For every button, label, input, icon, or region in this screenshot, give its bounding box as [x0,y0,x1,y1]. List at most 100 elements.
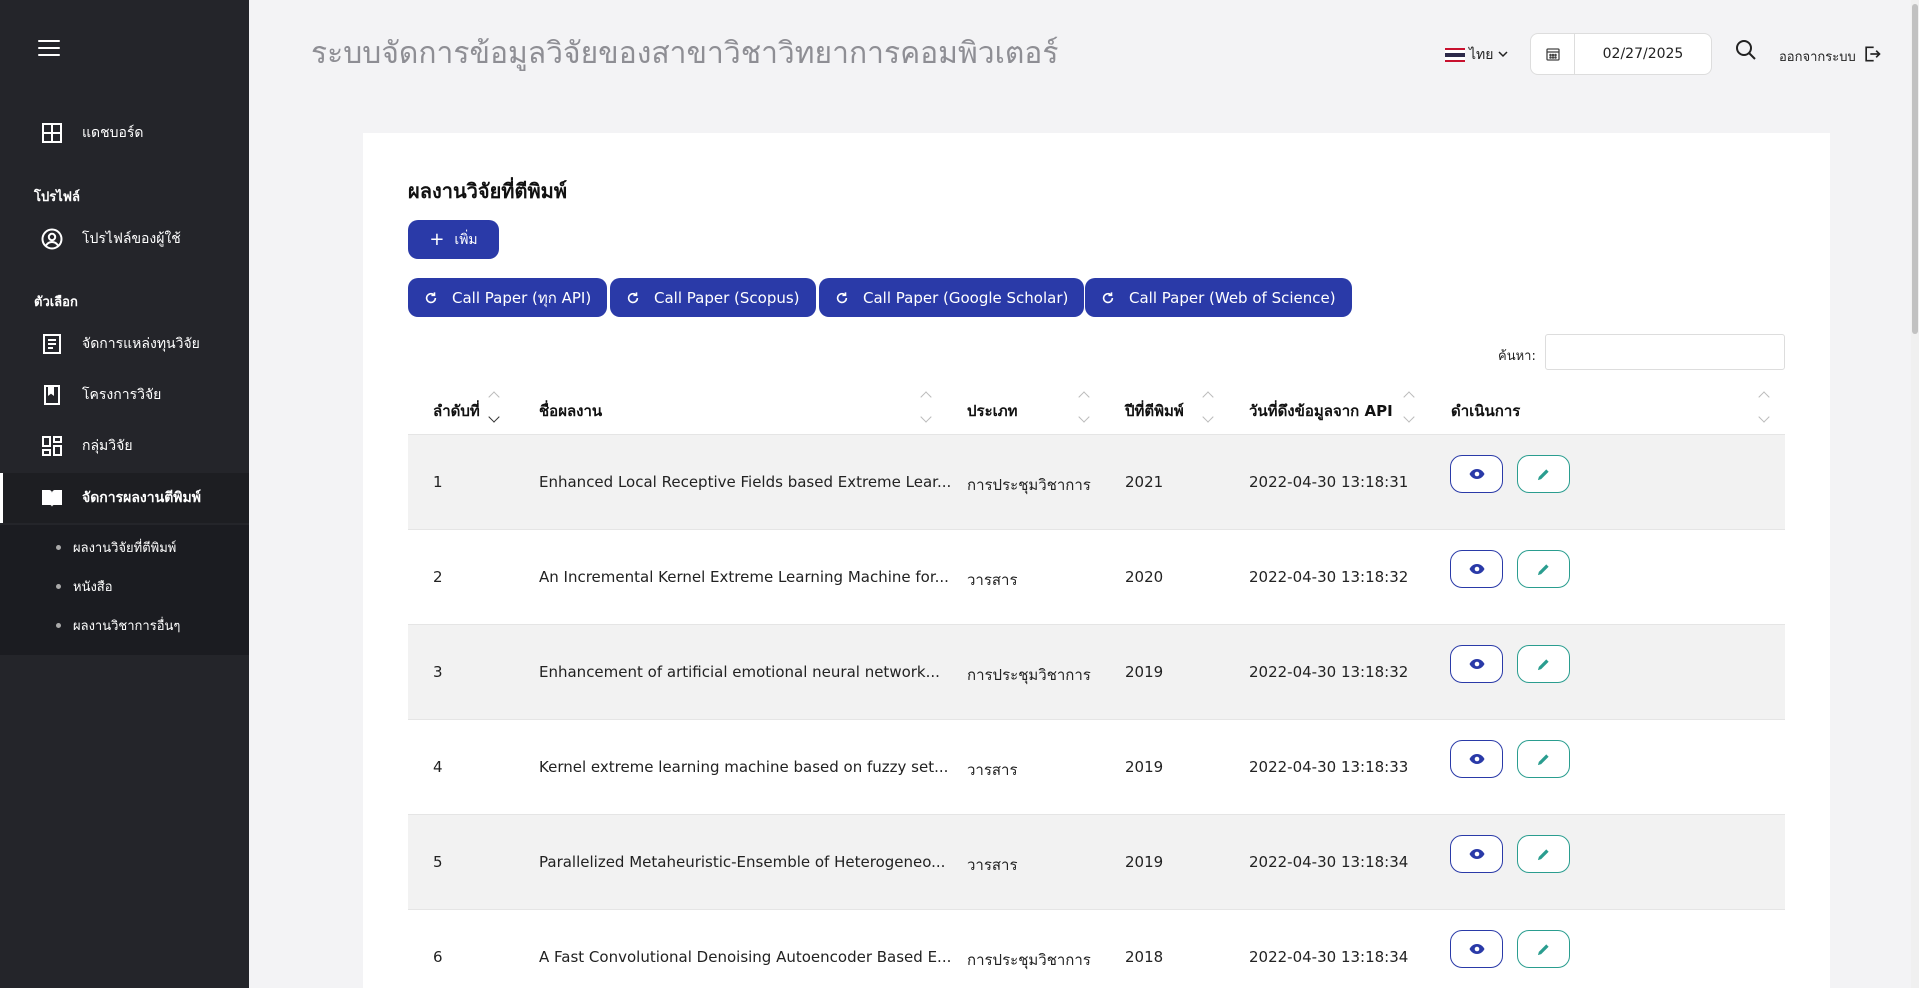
eye-icon [1469,944,1484,954]
sidebar: แดชบอร์ด โปรไฟล์ โปรไฟล์ของผู้ใช้ ตัวเลื… [0,0,249,988]
column-header-number[interactable]: ลำดับที่ [433,399,480,423]
date-picker[interactable]: 02/27/2025 [1530,33,1712,75]
edit-button[interactable] [1517,645,1570,683]
sort-icon[interactable] [1202,389,1214,425]
call-paper-scopus-button[interactable]: Call Paper (Scopus) [610,278,816,317]
sort-icon[interactable] [1403,389,1415,425]
sidebar-item-user-profile[interactable]: โปรไฟล์ของผู้ใช้ [0,214,249,264]
plus-icon: + [429,229,445,250]
refresh-icon [836,291,848,303]
view-button[interactable] [1450,550,1503,588]
bullet-icon [56,545,61,550]
cell-number: 2 [433,568,443,586]
sidebar-item-publications[interactable]: จัดการผลงานตีพิมพ์ [0,473,249,523]
column-header-title[interactable]: ชื่อผลงาน [539,399,602,423]
language-selector[interactable]: ไทย [1445,44,1509,66]
cell-fetched-date: 2022-04-30 13:18:32 [1249,663,1409,681]
submenu-item-research-papers[interactable]: ผลงานวิจัยที่ตีพิมพ์ [56,537,176,558]
sidebar-item-groups[interactable]: กลุ่มวิจัย [0,421,249,471]
table-search-input[interactable] [1545,334,1785,370]
sort-icon[interactable] [920,389,932,425]
sort-icon[interactable] [1078,389,1090,425]
view-button[interactable] [1450,645,1503,683]
pencil-icon [1537,943,1549,955]
edit-button[interactable] [1517,550,1570,588]
sidebar-item-label: แดชบอร์ด [82,125,144,141]
pencil-icon [1537,468,1549,480]
date-value[interactable]: 02/27/2025 [1575,46,1711,62]
cell-type: วารสาร [967,856,1018,874]
add-button-label: เพิ่ม [454,231,478,248]
call-paper-google-scholar-button[interactable]: Call Paper (Google Scholar) [819,278,1085,317]
cell-title: A Fast Convolutional Denoising Autoencod… [539,948,952,966]
edit-button[interactable] [1517,930,1570,968]
submenu-item-books[interactable]: หนังสือ [56,576,113,597]
app-title: ระบบจัดการข้อมูลวิจัยของสาขาวิชาวิทยาการ… [311,36,1059,71]
sort-icon[interactable] [488,389,500,425]
table-row: 5 Parallelized Metaheuristic-Ensemble of… [408,815,1785,910]
bullet-icon [56,623,61,628]
cell-year: 2019 [1125,758,1164,776]
table-row: 2 An Incremental Kernel Extreme Learning… [408,530,1785,625]
publications-card: ผลงานวิจัยที่ตีพิมพ์ + เพิ่ม Call Paper … [363,133,1830,988]
language-label: ไทย [1469,47,1494,63]
thai-flag-icon [1445,48,1465,62]
calendar-icon[interactable] [1531,34,1575,74]
edit-button[interactable] [1517,455,1570,493]
table-row: 4 Kernel extreme learning machine based … [408,720,1785,815]
table-row: 3 Enhancement of artificial emotional ne… [408,625,1785,720]
cell-fetched-date: 2022-04-30 13:18:31 [1249,473,1409,491]
edit-button[interactable] [1517,740,1570,778]
sidebar-item-projects[interactable]: โครงการวิจัย [0,370,249,420]
sidebar-item-funding[interactable]: จัดการแหล่งทุนวิจัย [0,319,249,369]
call-paper-wos-button[interactable]: Call Paper (Web of Science) [1085,278,1352,317]
pencil-icon [1537,848,1549,860]
table-row: 1 Enhanced Local Receptive Fields based … [408,435,1785,530]
dashboard-icon [40,121,64,145]
table-row: 6 A Fast Convolutional Denoising Autoenc… [408,910,1785,988]
cell-number: 3 [433,663,443,681]
search-icon[interactable] [1734,38,1758,62]
eye-icon [1469,564,1484,574]
search-label: ค้นหา: [1498,349,1536,364]
cell-fetched-date: 2022-04-30 13:18:34 [1249,948,1409,966]
view-button[interactable] [1450,740,1503,778]
scrollbar-thumb[interactable] [1912,4,1918,334]
add-button[interactable]: + เพิ่ม [408,220,499,259]
cell-type: วารสาร [967,761,1018,779]
column-header-type[interactable]: ประเภท [967,399,1018,423]
column-header-year[interactable]: ปีที่ตีพิมพ์ [1125,399,1184,423]
cell-type: การประชุมวิชาการ [967,476,1091,494]
view-button[interactable] [1450,930,1503,968]
sidebar-item-label: จัดการแหล่งทุนวิจัย [82,336,200,352]
logout-button[interactable]: ออกจากระบบ [1779,44,1882,68]
column-header-fetched-date[interactable]: วันที่ดึงข้อมูลจาก API [1249,399,1393,423]
call-paper-scopus-label: Call Paper (Scopus) [654,288,800,307]
view-button[interactable] [1450,835,1503,873]
cell-number: 6 [433,948,443,966]
call-paper-all-label: Call Paper (ทุก API) [452,288,592,307]
cell-title: Kernel extreme learning machine based on… [539,758,949,776]
sidebar-item-dashboard[interactable]: แดชบอร์ด [0,108,249,158]
cell-title: Parallelized Metaheuristic-Ensemble of H… [539,853,946,871]
cell-number: 4 [433,758,443,776]
chevron-down-icon [1498,47,1509,63]
bookmark-icon [40,383,64,407]
sort-icon[interactable] [1758,389,1770,425]
call-paper-all-button[interactable]: Call Paper (ทุก API) [408,278,608,317]
view-button[interactable] [1450,455,1503,493]
cell-year: 2019 [1125,853,1164,871]
logout-label: ออกจากระบบ [1779,49,1856,65]
logout-icon [1856,44,1882,68]
menu-icon[interactable] [38,40,60,58]
submenu-item-other-works[interactable]: ผลงานวิชาการอื่นๆ [56,615,180,636]
call-paper-wos-label: Call Paper (Web of Science) [1129,288,1336,307]
page-scrollbar[interactable] [1911,0,1919,988]
submenu-item-label: ผลงานวิชาการอื่นๆ [73,619,181,634]
eye-icon [1469,469,1484,479]
column-header-actions: ดำเนินการ [1451,402,1521,420]
cell-type: วารสาร [967,571,1018,589]
document-icon [40,332,64,356]
sidebar-section-profile: โปรไฟล์ [34,190,80,205]
edit-button[interactable] [1517,835,1570,873]
